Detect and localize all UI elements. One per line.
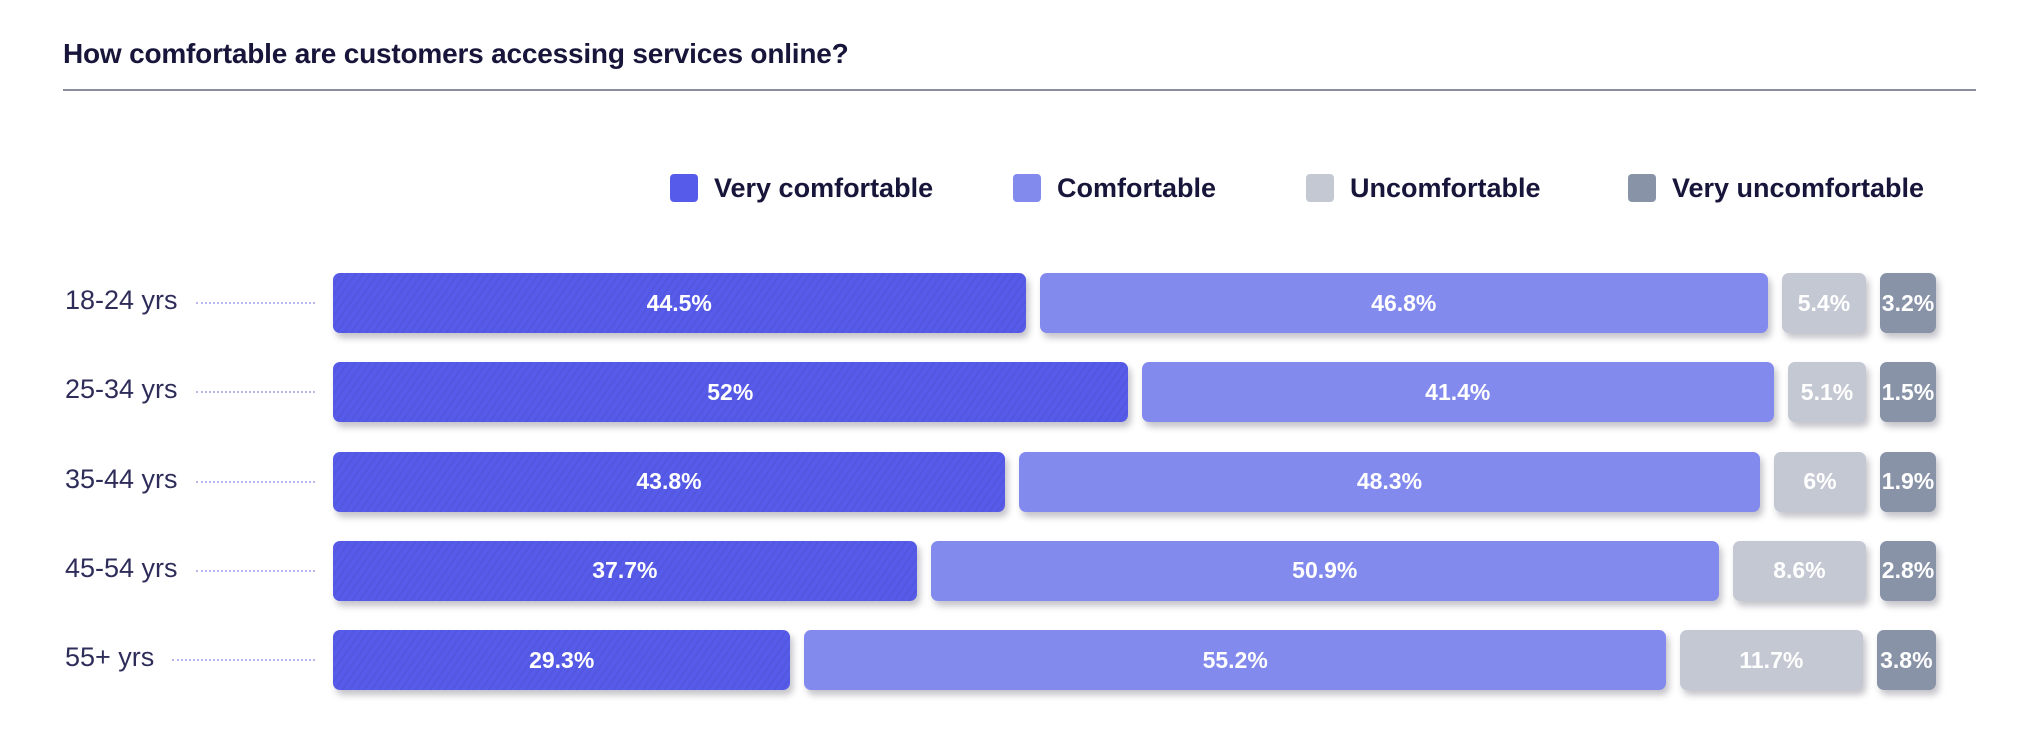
legend: Very comfortable Comfortable Uncomfortab… [670,172,2030,204]
row-label: 35-44 yrs [65,463,178,494]
bar-segment-uncomfortable: 8.6% [1732,540,1866,601]
row-leader-line [195,480,315,483]
data-label: 48.3% [1356,468,1423,495]
bar-segment-uncomfortable: 5.1% [1788,362,1866,423]
legend-swatch-very-comfortable [670,174,698,202]
bar-segment-very-uncomfortable: 3.2% [1880,273,1936,333]
row-label: 55+ yrs [65,642,155,673]
row-label: 18-24 yrs [65,285,178,315]
data-label: 11.7% [1739,646,1804,673]
data-label: 37.7% [592,557,658,584]
row-label: 45-54 yrs [65,552,178,583]
legend-swatch-uncomfortable [1306,174,1334,202]
bar-segment-very-comfortable: 52% [333,362,1128,423]
bar-segment-uncomfortable: 6% [1773,451,1866,512]
bar-segment-comfortable: 55.2% [804,630,1667,691]
legend-label: Uncomfortable [1350,172,1541,203]
data-label: 1.9% [1881,468,1935,495]
bar-segment-uncomfortable: 11.7% [1680,630,1863,691]
bar-segment-comfortable: 48.3% [1018,451,1760,512]
row-label: 25-34 yrs [65,374,178,405]
data-label: 5.1% [1800,378,1854,405]
data-label: 52% [707,378,754,405]
bar-segment-very-uncomfortable: 1.9% [1880,451,1936,512]
data-label: 3.8% [1880,646,1933,673]
bar-segment-uncomfortable: 5.4% [1781,273,1866,333]
legend-item-uncomfortable: Uncomfortable [1306,172,1541,204]
data-label: 41.4% [1425,378,1491,405]
data-label: 5.4% [1797,289,1851,316]
legend-item-comfortable: Comfortable [1013,172,1216,204]
row-leader-line [195,569,315,572]
data-label: 43.8% [636,468,702,495]
bar-segment-comfortable: 46.8% [1039,273,1768,333]
data-label: 55.2% [1202,646,1268,673]
bar-segment-very-comfortable: 29.3% [333,630,791,691]
bar-segment-very-uncomfortable: 2.8% [1880,540,1936,601]
bar-segment-comfortable: 50.9% [930,540,1719,601]
legend-item-very-comfortable: Very comfortable [670,172,933,204]
data-label: 2.8% [1881,557,1935,584]
bar-segment-very-uncomfortable: 1.5% [1880,362,1936,423]
legend-item-very-uncomfortable: Very uncomfortable [1628,172,1924,204]
bar-segment-very-comfortable: 37.7% [333,540,917,601]
row-leader-line [195,302,315,304]
data-label: 44.5% [646,289,712,316]
bar-segment-very-comfortable: 44.5% [333,273,1026,333]
data-label: 8.6% [1773,557,1826,584]
legend-swatch-very-uncomfortable [1628,174,1656,202]
data-label: 50.9% [1292,557,1358,584]
legend-label: Very comfortable [714,172,934,203]
title-divider [63,89,1976,91]
row-leader-line [172,659,315,662]
data-label: 46.8% [1371,289,1437,316]
bar-segment-very-comfortable: 43.8% [333,451,1005,512]
data-label: 29.3% [529,646,595,673]
bar-segment-comfortable: 41.4% [1141,362,1775,423]
row-leader-line [195,391,315,394]
chart-title: How comfortable are customers accessing … [63,38,849,69]
bar-segment-very-uncomfortable: 3.8% [1876,630,1936,691]
legend-swatch-comfortable [1013,174,1041,202]
data-label: 3.2% [1881,289,1935,316]
legend-label: Comfortable [1057,172,1217,203]
data-label: 1.5% [1881,378,1935,405]
legend-label: Very uncomfortable [1672,172,1925,203]
data-label: 6% [1803,468,1837,495]
